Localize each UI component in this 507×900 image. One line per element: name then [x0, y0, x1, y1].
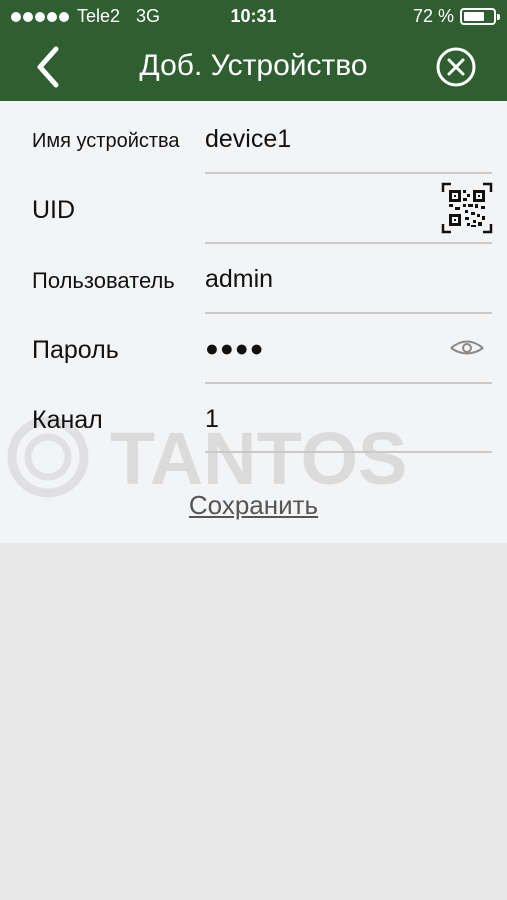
close-circle-icon [436, 47, 476, 87]
back-button[interactable] [28, 41, 72, 93]
battery-icon [460, 8, 500, 25]
user-field[interactable]: Пользователь admin [0, 241, 507, 314]
battery-fill [464, 12, 485, 21]
user-input[interactable]: admin [205, 265, 273, 294]
device-name-input[interactable]: device1 [205, 125, 291, 154]
channel-label: Канал [32, 406, 103, 434]
status-left: Tele2 3G [11, 0, 160, 33]
qr-code-icon [441, 182, 493, 234]
device-name-label: Имя устройства [32, 130, 180, 152]
eye-icon [450, 340, 484, 355]
save-button[interactable]: Сохранить [0, 490, 507, 521]
channel-field[interactable]: Канал 1 [0, 381, 507, 453]
uid-label: UID [32, 196, 76, 224]
screen: Tele2 3G 10:31 72 % Доб. Устройство TANT… [0, 0, 507, 900]
header: Tele2 3G 10:31 72 % Доб. Устройство [0, 0, 507, 101]
device-form: TANTOS Имя устройства device1 UID Пользо… [0, 101, 507, 543]
password-field[interactable]: Пароль ●●●● [0, 311, 507, 384]
uid-field[interactable]: UID [0, 171, 507, 244]
network-type: 3G [136, 6, 161, 26]
qr-scan-button[interactable] [441, 182, 493, 234]
password-label: Пароль [32, 336, 119, 364]
divider [205, 451, 492, 453]
channel-input[interactable]: 1 [205, 405, 219, 434]
chevron-left-icon [37, 46, 59, 88]
nav-bar: Доб. Устройство [0, 33, 507, 101]
battery-percent: 72 % [412, 6, 454, 26]
page-title: Доб. Устройство [139, 49, 368, 82]
user-label: Пользователь [32, 268, 175, 293]
carrier-name: Tele2 [77, 6, 121, 26]
device-name-field[interactable]: Имя устройства device1 [0, 101, 507, 174]
empty-area [0, 543, 507, 900]
close-button[interactable] [435, 46, 477, 88]
status-right: 72 % [412, 0, 500, 33]
password-input[interactable]: ●●●● [205, 335, 265, 362]
toggle-password-visibility[interactable] [449, 335, 485, 361]
signal-strength-icon [11, 11, 69, 22]
status-bar: Tele2 3G 10:31 72 % [0, 0, 507, 33]
